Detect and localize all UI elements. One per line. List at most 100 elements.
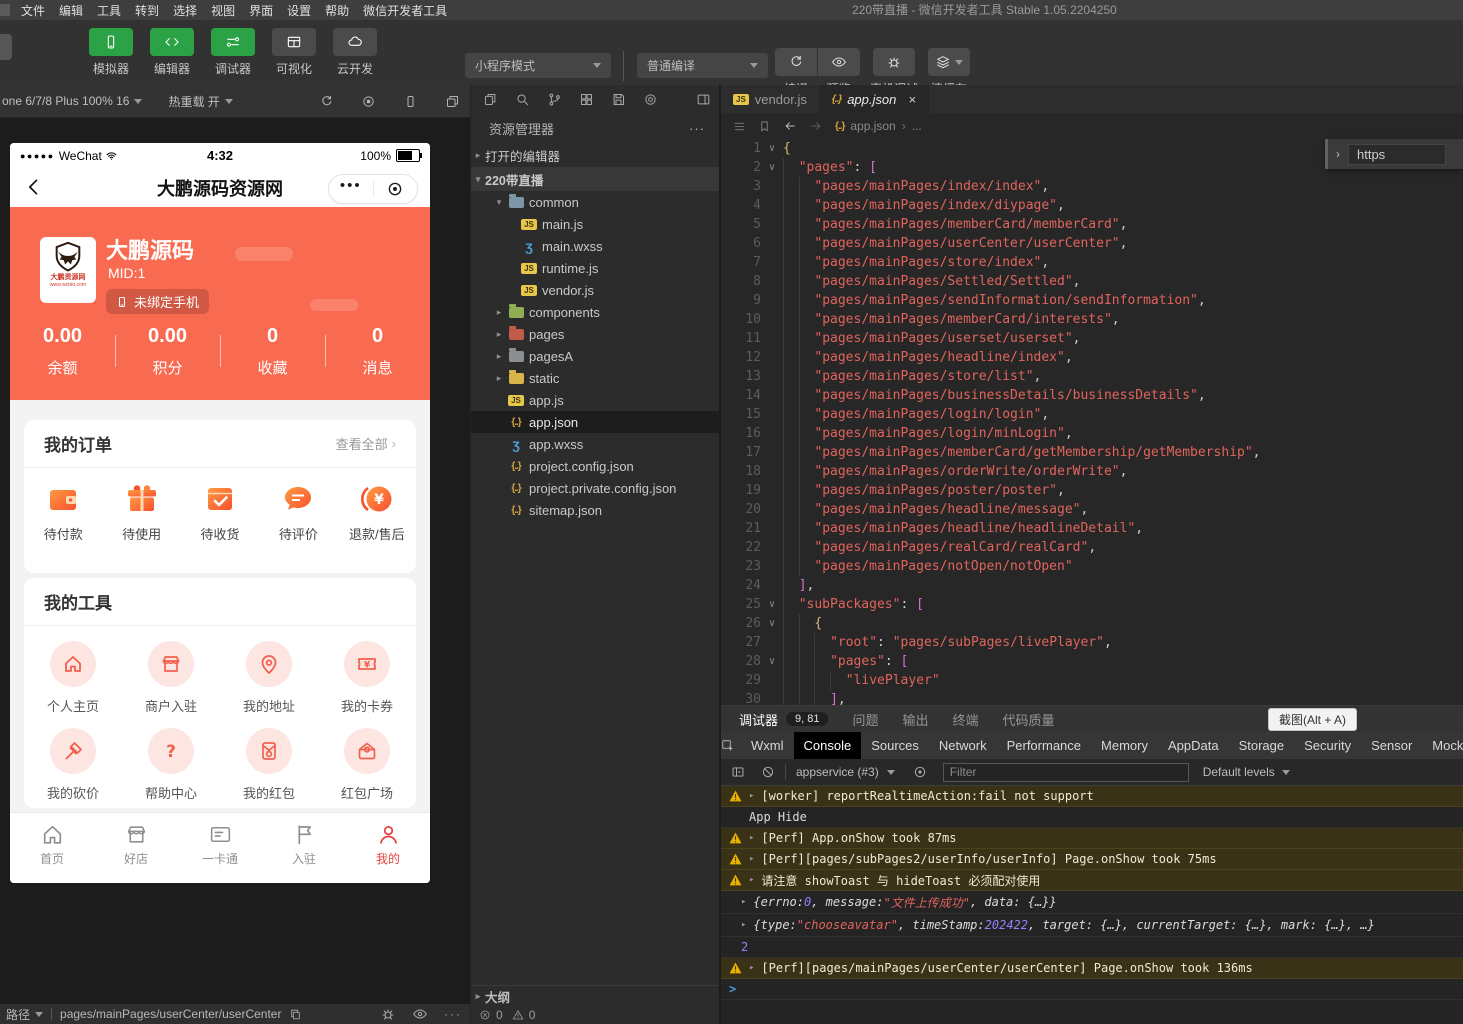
menu-item-工具[interactable]: 工具 [90,2,128,19]
menu-item-设置[interactable]: 设置 [280,2,318,19]
live-expression-icon[interactable] [913,765,927,779]
tree-item-app.js[interactable]: JSapp.js [471,389,719,411]
tool-item-我的红包[interactable]: 我的红包 [220,728,318,802]
expand-arrow-icon[interactable]: ▸ [749,833,754,843]
code-area[interactable]: 1∨{2∨"pages": [3"pages/mainPages/index/i… [721,139,1463,705]
devtools-tab-Network[interactable]: Network [929,732,997,759]
preview-icon[interactable] [412,1006,428,1022]
tool-item-红包广场[interactable]: 红包广场 [318,728,416,802]
tree-item-static[interactable]: ▸static [471,367,719,389]
tool-item-我的地址[interactable]: 我的地址 [220,641,318,715]
expand-arrow-icon[interactable]: ▸ [749,791,754,801]
search-icon[interactable] [515,92,530,107]
console-row-log[interactable]: App Hide [721,807,1463,828]
navigate-back-icon[interactable] [783,119,797,133]
debugger-tab-问题[interactable]: 问题 [852,710,878,729]
stat-积分[interactable]: 0.00积分 [115,325,220,378]
account-avatar[interactable] [0,34,12,60]
tree-item-main.wxss[interactable]: ʒmain.wxss [471,235,719,257]
stats-icon[interactable] [643,92,658,107]
hot-reload-toggle[interactable]: 热重载 开 [168,93,232,110]
navigate-forward-icon[interactable] [809,119,823,133]
more-icon[interactable]: ··· [444,1007,462,1021]
tab-bar-item-一卡通[interactable]: 一卡通 [178,813,262,883]
record-icon[interactable] [361,94,376,109]
console-prompt-icon[interactable]: > [729,982,736,996]
git-branch-icon[interactable] [547,92,562,107]
toolbar-button-模拟器[interactable]: 模拟器 [88,28,134,77]
devtools-tab-Console[interactable]: Console [794,732,862,759]
expand-arrow-icon[interactable]: ▸ [741,920,746,930]
inspect-element-icon[interactable] [721,739,735,753]
console-row-result[interactable]: 2 [721,937,1463,958]
path-mode-select[interactable]: 路径 [6,1006,43,1023]
menu-item-微信开发者工具[interactable]: 微信开发者工具 [356,2,454,19]
console-row-warn[interactable]: ▸[worker] reportRealtimeAction:fail not … [721,786,1463,807]
menu-item-帮助[interactable]: 帮助 [318,2,356,19]
toolbar-button-编辑器[interactable]: 编辑器 [149,28,195,77]
outline-section[interactable]: ▸ 大纲 [471,985,719,1006]
order-item-待收货[interactable]: 待收货 [181,481,259,543]
debug-icon[interactable] [380,1006,396,1022]
devtools-tab-Performance[interactable]: Performance [997,732,1091,759]
log-levels-select[interactable]: Default levels [1203,765,1290,779]
fold-marker[interactable]: ∨ [761,158,783,177]
tool-item-帮助中心[interactable]: ?帮助中心 [122,728,220,802]
bind-phone-badge[interactable]: 未绑定手机 [106,289,209,314]
devtools-tab-Sources[interactable]: Sources [861,732,929,759]
close-capsule-button[interactable] [374,180,418,198]
menu-item-转到[interactable]: 转到 [128,2,166,19]
fold-marker[interactable]: ∨ [761,614,783,633]
menu-item-选择[interactable]: 选择 [166,2,204,19]
tree-open-editors[interactable]: ▸打开的编辑器 [471,143,719,167]
phone-frame-icon[interactable] [403,94,418,109]
devtools-tab-Sensor[interactable]: Sensor [1361,732,1422,759]
tree-item-sitemap.json[interactable]: {..}sitemap.json [471,499,719,521]
menu-item-编辑[interactable]: 编辑 [52,2,90,19]
stat-消息[interactable]: 0消息 [325,325,430,378]
fold-marker[interactable]: ∨ [761,595,783,614]
detach-window-icon[interactable] [445,94,460,109]
expand-arrow-icon[interactable]: ▸ [741,897,746,907]
mode-select[interactable]: 小程序模式 [465,53,611,78]
breadcrumb-item[interactable]: {..} app.json › ... [835,119,922,133]
menu-item-界面[interactable]: 界面 [242,2,280,19]
clear-console-icon[interactable] [761,765,775,779]
tree-item-runtime.js[interactable]: JSruntime.js [471,257,719,279]
tree-item-components[interactable]: ▸components [471,301,719,323]
toggle-panel-icon[interactable] [696,92,711,107]
explorer-more-icon[interactable]: ··· [689,121,705,136]
tool-item-个人主页[interactable]: 个人主页 [24,641,122,715]
tool-item-我的卡券[interactable]: ¥我的卡券 [318,641,416,715]
debugger-tab-调试器[interactable]: 调试器9, 81 [739,710,828,729]
tab-bar-item-入驻[interactable]: 入驻 [262,813,346,883]
avatar[interactable]: 大鹏资源网 www.wcbkt.com [40,237,96,303]
devtools-tab-Memory[interactable]: Memory [1091,732,1158,759]
fold-marker[interactable]: ∨ [761,652,783,671]
toolbar-button-可视化[interactable]: 可视化 [271,28,317,77]
menu-item-文件[interactable]: 文件 [14,2,52,19]
devtools-tab-Wxml[interactable]: Wxml [741,732,794,759]
tool-item-我的砍价[interactable]: 我的砍价 [24,728,122,802]
toolbar-button-调试器[interactable]: 调试器 [210,28,256,77]
find-input[interactable]: https [1348,144,1446,165]
console-row-obj[interactable]: ▸{type: "chooseavatar", timeStamp: 20242… [721,914,1463,937]
order-item-待评价[interactable]: 待评价 [259,481,337,543]
console-filter-input[interactable] [943,763,1189,782]
tab-bar-item-我的[interactable]: 我的 [346,813,430,883]
fold-marker[interactable]: ∨ [761,139,783,158]
console-row-obj[interactable]: ▸{errno: 0, message: "文件上传成功", data: {…}… [721,891,1463,914]
console-row-prompt[interactable]: > [721,979,1463,1000]
execution-context-select[interactable]: appservice (#3) [796,765,895,779]
tree-item-pages[interactable]: ▸pages [471,323,719,345]
editor-tab-app.json[interactable]: {..}app.json× [820,85,929,113]
editor-tab-vendor.js[interactable]: JSvendor.js [721,85,820,113]
tree-item-common[interactable]: ▾common [471,191,719,213]
compile-mode-select[interactable]: 普通编译 [637,53,768,78]
expand-arrow-icon[interactable]: ▸ [749,875,754,885]
expand-arrow-icon[interactable]: ▸ [749,963,754,973]
view-all-orders-link[interactable]: 查看全部 › [336,434,396,453]
stat-收藏[interactable]: 0收藏 [220,325,325,378]
more-button[interactable]: ••• [329,181,373,197]
toolbar-button-云开发[interactable]: 云开发 [332,28,378,77]
